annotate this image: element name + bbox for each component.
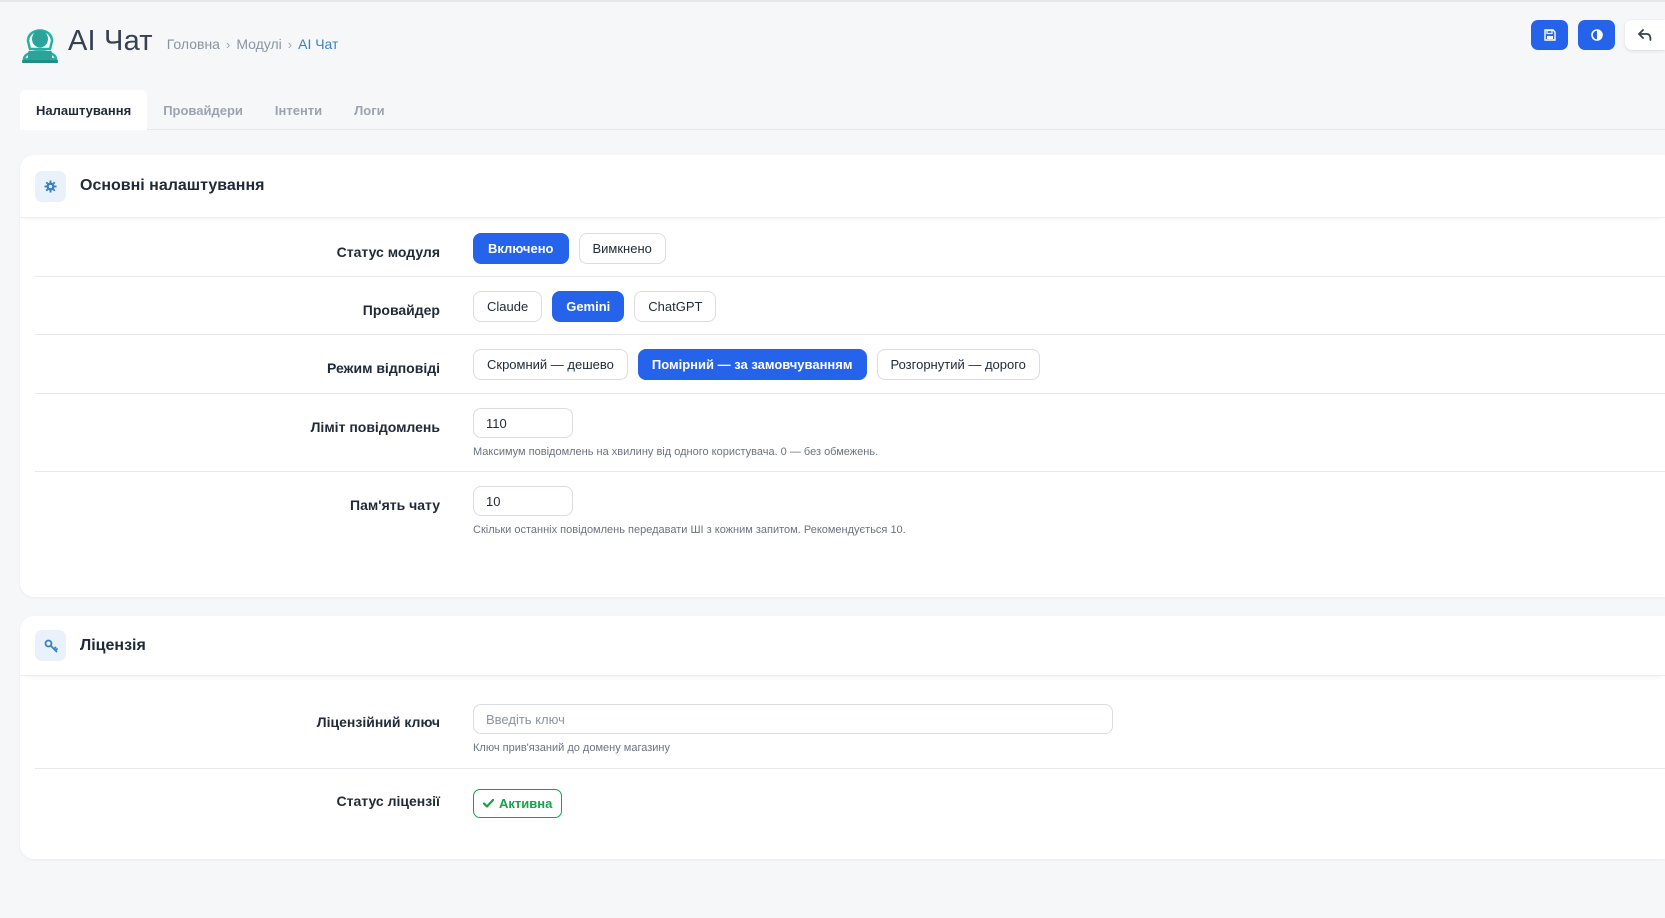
main-settings-card: Основні налаштування Статус модуля Включ… [20,155,1665,597]
license-card: Ліцензія Ліцензійний ключ Ключ прив'язан… [20,616,1665,859]
card-title: Ліцензія [80,636,146,654]
page-header: AI Чат Головна › Модулі › AI Чат [20,18,338,64]
status-disabled-button[interactable]: Вимкнено [578,233,666,264]
provider-chatgpt-button[interactable]: ChatGPT [634,291,717,322]
card-header: Основні налаштування [20,155,1665,218]
response-mode-label: Режим відповіді [326,360,440,376]
tab-logs[interactable]: Логи [338,90,400,130]
gear-icon [44,179,57,193]
provider-options: Claude Gemini ChatGPT [473,291,726,322]
theme-toggle-button[interactable] [1578,20,1615,50]
breadcrumb: Головна › Модулі › AI Чат [167,30,339,52]
message-limit-field: Максимум повідомлень на хвилину від одно… [473,408,878,458]
chat-memory-hint: Скільки останніх повідомлень передавати … [473,524,906,536]
card-header-icon [35,630,66,661]
card-title: Основні налаштування [80,177,265,194]
page-title: AI Чат [68,24,153,57]
license-status-text: Активна [499,796,553,811]
license-key-input[interactable] [473,704,1113,734]
status-enabled-button[interactable]: Включено [473,233,569,264]
tab-bar: Налаштування Провайдери Інтенти Логи [20,90,1665,130]
response-mode-row: Режим відповіді Скромний — дешево Помірн… [35,335,1665,394]
message-limit-row: Ліміт повідомлень Максимум повідомлень н… [35,394,1665,472]
top-border [0,0,1665,2]
breadcrumb-modules[interactable]: Модулі [236,36,281,52]
license-status-row: Статус ліцензії Активна [35,769,1665,849]
module-status-options: Включено Вимкнено [473,233,676,264]
hooded-person-laptop-icon [22,29,58,63]
message-limit-hint: Максимум повідомлень на хвилину від одно… [473,446,879,458]
provider-label: Провайдер [362,302,440,318]
response-mode-options: Скромний — дешево Помірний — за замовчув… [473,349,1050,380]
module-status-label: Статус модуля [336,244,440,260]
license-key-row: Ліцензійний ключ Ключ прив'язаний до дом… [35,676,1665,769]
key-icon [44,639,58,652]
provider-claude-button[interactable]: Claude [473,291,543,322]
license-key-field: Ключ прив'язаний до домену магазину [473,704,1113,754]
module-status-row: Статус модуля Включено Вимкнено [35,218,1665,277]
card-header: Ліцензія [20,616,1665,676]
tab-providers[interactable]: Провайдери [147,90,259,130]
check-icon [483,799,494,808]
header-actions [1521,20,1665,50]
license-status-label: Статус ліцензії [336,793,441,809]
chat-memory-input[interactable] [473,486,573,516]
provider-row: Провайдер Claude Gemini ChatGPT [35,277,1665,335]
card-header-icon [35,170,66,202]
license-key-hint: Ключ прив'язаний до домену магазину [473,742,670,754]
license-key-label: Ліцензійний ключ [316,714,440,730]
license-status-badge: Активна [473,789,563,818]
contrast-icon [1590,29,1603,41]
chat-memory-field: Скільки останніх повідомлень передавати … [473,486,906,536]
mode-modest-button[interactable]: Скромний — дешево [473,349,628,380]
save-icon [1543,29,1556,41]
back-button[interactable] [1625,20,1665,50]
provider-gemini-button[interactable]: Gemini [552,291,625,322]
breadcrumb-separator: › [225,36,231,52]
tab-intents[interactable]: Інтенти [259,90,338,130]
message-limit-label: Ліміт повідомлень [310,419,440,435]
breadcrumb-separator: › [287,36,293,52]
license-status-field: Активна [473,789,563,818]
back-arrow-icon [1638,29,1652,41]
chat-memory-row: Пам'ять чату Скільки останніх повідомлен… [35,472,1665,552]
chat-memory-label: Пам'ять чату [350,497,440,513]
breadcrumb-home[interactable]: Головна [167,36,220,52]
mode-expanded-button[interactable]: Розгорнутий — дорого [876,349,1040,380]
save-button[interactable] [1531,20,1568,50]
message-limit-input[interactable] [473,408,573,438]
mode-moderate-button[interactable]: Помірний — за замовчуванням [637,349,867,380]
tab-settings[interactable]: Налаштування [20,90,148,130]
breadcrumb-current[interactable]: AI Чат [298,36,338,52]
